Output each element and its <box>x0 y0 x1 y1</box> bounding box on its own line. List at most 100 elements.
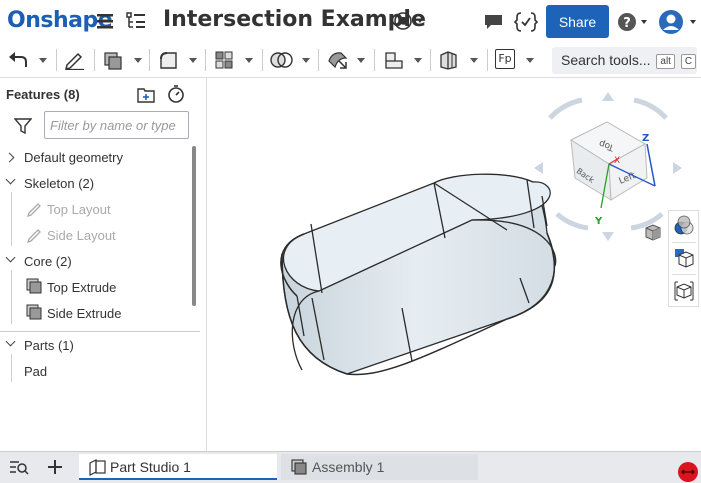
tab-label: Part Studio 1 <box>110 459 191 475</box>
tree-line <box>11 270 12 324</box>
z-axis-label: Z <box>642 133 649 144</box>
versions-icon[interactable] <box>514 11 538 33</box>
expand-chevron-icon[interactable] <box>4 152 15 163</box>
plane-caret-icon[interactable] <box>414 58 422 63</box>
shortcut-key: alt <box>656 54 675 69</box>
x-axis-label: X <box>614 156 620 166</box>
tab-bar: Part Studio 1 Assembly 1 <box>0 451 701 483</box>
features-title: Features (8) <box>6 87 80 102</box>
toolbar-divider <box>318 49 319 71</box>
toolbar-divider <box>205 49 206 71</box>
share-button[interactable]: Share <box>546 5 609 38</box>
mass-properties-icon[interactable] <box>673 247 695 269</box>
divider <box>672 274 696 275</box>
pad-part[interactable] <box>280 173 557 376</box>
tree-line <box>11 354 12 382</box>
collaboration-status-icon[interactable] <box>677 461 699 483</box>
toolbar-divider <box>94 49 95 71</box>
sheet-metal-caret-icon[interactable] <box>470 58 478 63</box>
divider <box>0 331 200 332</box>
sheet-metal-icon[interactable] <box>438 50 460 70</box>
pattern-icon[interactable] <box>214 50 236 70</box>
toolbar-divider <box>430 49 431 71</box>
sketch-icon <box>26 203 41 217</box>
y-axis-label: Y <box>594 216 603 227</box>
collapse-chevron-icon[interactable] <box>5 252 16 263</box>
tree-line <box>11 192 12 246</box>
feature-item-default-geometry[interactable]: Default geometry <box>24 150 123 165</box>
comment-icon[interactable] <box>483 12 505 32</box>
extrude-icon <box>26 278 42 294</box>
add-folder-icon[interactable] <box>136 86 156 104</box>
tab-label: Assembly 1 <box>312 459 385 475</box>
feature-list-icon[interactable] <box>125 11 149 31</box>
shortcut-key: C <box>680 54 697 69</box>
sketch-icon <box>26 229 41 243</box>
add-tab-icon[interactable] <box>46 458 64 476</box>
undo-caret-icon[interactable] <box>39 58 47 63</box>
collapse-chevron-icon[interactable] <box>5 174 16 185</box>
collapse-chevron-icon[interactable] <box>5 336 16 347</box>
boolean-icon[interactable] <box>270 50 294 70</box>
transform-icon[interactable] <box>326 49 352 71</box>
pattern-caret-icon[interactable] <box>245 58 253 63</box>
configurations-icon[interactable] <box>673 279 695 301</box>
assembly-icon <box>291 459 307 475</box>
feature-item-top-extrude[interactable]: Top Extrude <box>47 280 116 295</box>
sketch-icon[interactable] <box>64 50 86 70</box>
right-dock <box>668 210 699 307</box>
rotate-right-icon[interactable] <box>673 162 682 174</box>
view-cube[interactable]: Top Left Back X Y Z <box>534 92 682 241</box>
z-axis <box>646 143 656 187</box>
feature-item-core[interactable]: Core (2) <box>24 254 72 269</box>
toolbar-divider <box>262 49 263 71</box>
toolbar-divider <box>487 49 488 71</box>
fillet-caret-icon[interactable] <box>189 58 197 63</box>
tab-part-studio-1[interactable]: Part Studio 1 <box>79 454 277 480</box>
plane-icon[interactable] <box>383 50 405 70</box>
feature-item-skeleton[interactable]: Skeleton (2) <box>24 176 94 191</box>
featurescript-button[interactable]: Fp <box>495 49 515 69</box>
menu-icon[interactable] <box>96 12 116 30</box>
svg-text:?: ? <box>623 16 631 31</box>
feature-panel: Features (8) Filter by name or type Defa… <box>0 78 207 451</box>
appearance-icon[interactable] <box>673 215 695 237</box>
toolbar-divider <box>374 49 375 71</box>
search-tools-button[interactable]: Search tools... alt C <box>552 47 697 74</box>
feature-item-side-layout[interactable]: Side Layout <box>47 228 116 243</box>
featurescript-caret-icon[interactable] <box>526 58 534 63</box>
search-tools-label: Search tools... <box>561 52 651 68</box>
help-icon[interactable]: ? <box>618 12 652 32</box>
parts-title[interactable]: Parts (1) <box>24 338 74 353</box>
globe-icon[interactable] <box>394 11 424 31</box>
boolean-caret-icon[interactable] <box>302 58 310 63</box>
feature-list-scrollbar[interactable] <box>192 146 196 306</box>
avatar-icon[interactable] <box>658 9 700 35</box>
divider <box>672 242 696 243</box>
document-title[interactable]: Intersection Example <box>163 7 426 32</box>
toolbar-divider <box>149 49 150 71</box>
extrude-caret-icon[interactable] <box>134 58 142 63</box>
part-item-pad[interactable]: Pad <box>24 364 47 379</box>
graphics-viewport[interactable]: Top Left Back X Y Z <box>207 78 701 451</box>
feature-toolbar: Fp Search tools... alt C <box>0 42 701 78</box>
tab-assembly-1[interactable]: Assembly 1 <box>281 454 478 480</box>
top-bar: Onshape Intersection Example Share ? <box>0 0 701 42</box>
fillet-icon[interactable] <box>158 50 180 70</box>
filter-input[interactable]: Filter by name or type <box>44 111 189 139</box>
rollback-timer-icon[interactable] <box>167 84 187 104</box>
extrude-icon <box>26 304 42 320</box>
filter-icon[interactable] <box>14 117 32 135</box>
transform-caret-icon[interactable] <box>357 58 365 63</box>
feature-item-side-extrude[interactable]: Side Extrude <box>47 306 121 321</box>
part-studio-icon <box>89 459 106 476</box>
rotate-down-icon[interactable] <box>602 232 614 241</box>
rotate-left-icon[interactable] <box>534 162 543 174</box>
extrude-icon[interactable] <box>103 50 125 70</box>
rotate-up-icon[interactable] <box>602 92 614 101</box>
tab-manager-icon[interactable] <box>9 458 29 476</box>
feature-item-top-layout[interactable]: Top Layout <box>47 202 111 217</box>
view-options-icon[interactable] <box>645 224 661 241</box>
toolbar-divider <box>56 49 57 71</box>
undo-icon[interactable] <box>8 50 28 70</box>
